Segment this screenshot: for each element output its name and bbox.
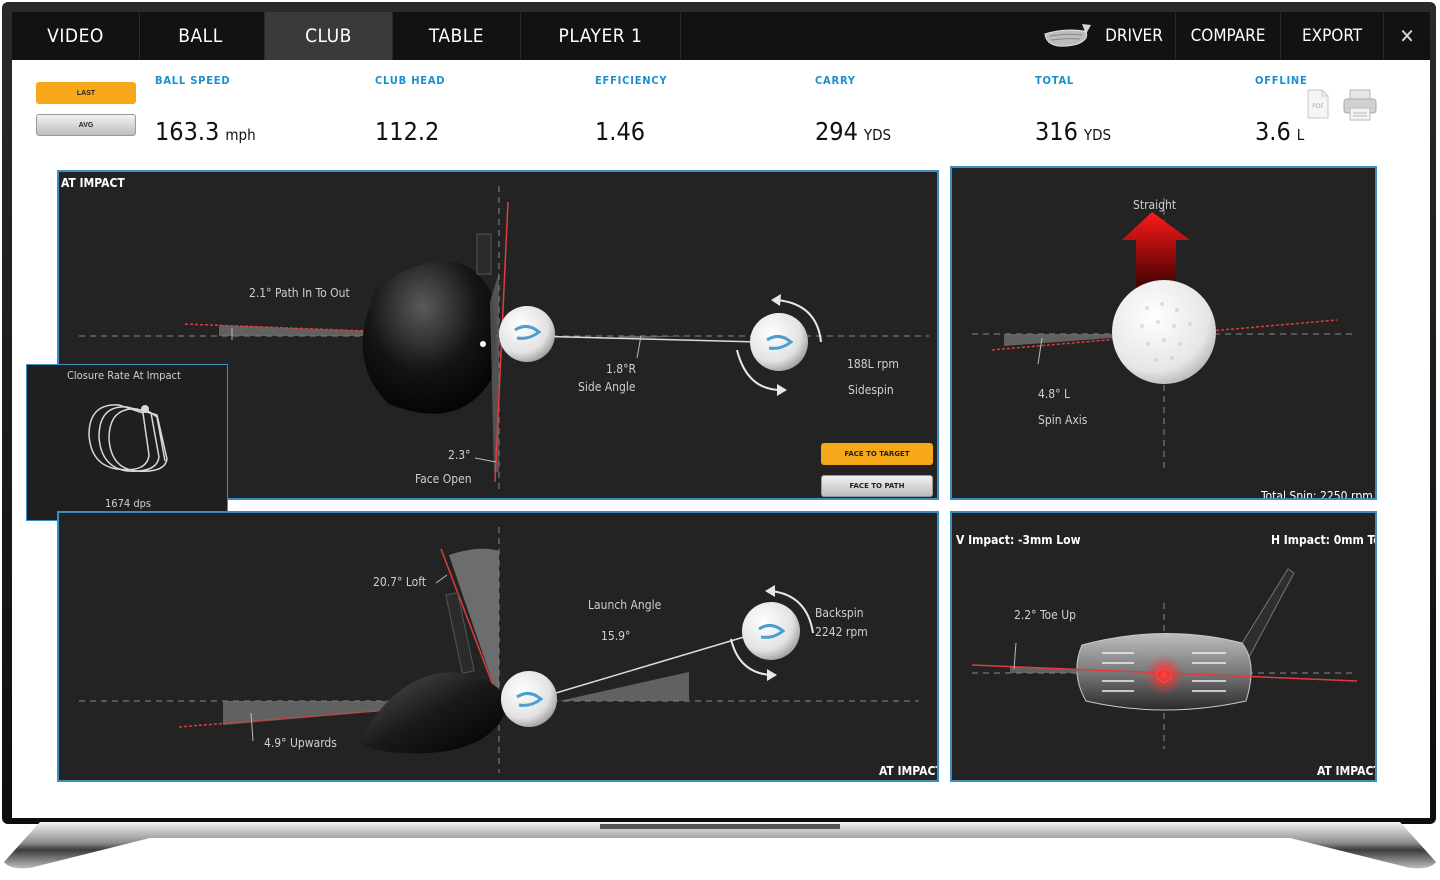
metric-unit: L	[1296, 126, 1305, 144]
backspin-label: Backspin	[815, 606, 864, 620]
panel-ball-rear-view: Straight 4.8° L Spin Axis Total Spin: 22…	[950, 166, 1377, 500]
face-to-target-button[interactable]: FACE TO TARGET	[821, 443, 933, 465]
tab-club[interactable]: CLUB	[265, 12, 393, 60]
svg-text:PDF: PDF	[1312, 103, 1324, 110]
metric-label: CLUB HEAD	[375, 74, 446, 87]
last-shot-button[interactable]: LAST	[36, 82, 136, 104]
metric-label: OFFLINE	[1255, 74, 1308, 87]
driver-club-icon	[1042, 22, 1094, 50]
spin-axis-value: 4.8° L	[1038, 387, 1070, 401]
launch-angle-value: 15.9°	[601, 629, 631, 643]
metric-unit: mph	[225, 126, 256, 144]
metric-value: 163.3 mph	[155, 117, 256, 146]
metric-club-head: CLUB HEAD 112.2	[375, 74, 445, 146]
panel-face-view: V Impact: -3mm Low H Impact: 0mm Toe 2.2…	[950, 511, 1377, 782]
metric-value: 3.6 L	[1255, 117, 1308, 146]
close-button[interactable]: ✕	[1383, 12, 1430, 60]
metric-value: 294 YDS	[815, 117, 891, 146]
metric-value: 316 YDS	[1035, 117, 1111, 146]
ball-rear-graphic	[972, 198, 1357, 468]
pdf-icon[interactable]: PDF	[1307, 89, 1329, 119]
export-button[interactable]: EXPORT	[1280, 12, 1383, 60]
export-icons: PDF	[1306, 88, 1386, 127]
tv-stand	[0, 822, 1440, 875]
horizontal-impact: H Impact: 0mm Toe	[1271, 533, 1377, 547]
sidespin-value: 188L rpm	[847, 357, 899, 371]
panel-title: AT IMPACT	[879, 764, 939, 778]
panel-side-view: 20.7° Loft Launch Angle 15.9° Backspin 2…	[57, 511, 939, 782]
metric-offline: OFFLINE 3.6 L	[1255, 74, 1308, 146]
metric-label: BALL SPEED	[155, 74, 231, 87]
tab-table[interactable]: TABLE	[393, 12, 521, 60]
metric-value: 1.46	[595, 117, 667, 146]
metric-number: 294	[815, 117, 858, 146]
metric-number: 163.3	[155, 117, 220, 146]
direction-label: Straight	[1133, 198, 1177, 212]
close-icon: ✕	[1399, 24, 1415, 48]
loft-label: 20.7° Loft	[373, 575, 427, 589]
closure-rate-card: Closure Rate At Impact 1674 dps	[26, 364, 228, 521]
printer-icon[interactable]	[1343, 89, 1377, 121]
face-to-path-button[interactable]: FACE TO PATH	[821, 475, 933, 497]
club-selector[interactable]: DRIVER	[1093, 12, 1175, 60]
side-view-graphic	[79, 527, 919, 773]
total-spin: Total Spin: 2250 rpm	[1261, 489, 1373, 500]
metric-ball-speed: BALL SPEED 163.3 mph	[155, 74, 256, 146]
side-angle-label: Side Angle	[578, 380, 636, 394]
face-angle-value: 2.3°	[448, 448, 471, 462]
sidespin-label: Sidespin	[848, 383, 894, 397]
panel-title: AT IMPACT	[61, 176, 125, 190]
average-button[interactable]: AVG	[36, 114, 136, 136]
metric-label: EFFICIENCY	[595, 74, 668, 87]
metric-efficiency: EFFICIENCY 1.46	[595, 74, 667, 146]
top-nav: VIDEO BALL CLUB TABLE PLAYER 1 DRIVER CO…	[12, 12, 1430, 60]
launch-angle-label: Launch Angle	[588, 598, 662, 612]
metric-label: CARRY	[815, 74, 856, 87]
app-screen: VIDEO BALL CLUB TABLE PLAYER 1 DRIVER CO…	[12, 12, 1430, 818]
toe-angle-label: 2.2° Toe Up	[1014, 608, 1076, 622]
metric-carry: CARRY 294 YDS	[815, 74, 891, 146]
metric-total: TOTAL 316 YDS	[1035, 74, 1111, 146]
metric-unit: YDS	[1083, 126, 1112, 144]
panel-title: AT IMPACT	[1317, 764, 1377, 778]
metric-number: 1.46	[595, 117, 646, 146]
metric-label: TOTAL	[1035, 74, 1075, 87]
vertical-impact: V Impact: -3mm Low	[956, 533, 1081, 547]
compare-button[interactable]: COMPARE	[1175, 12, 1280, 60]
attack-angle-label: 4.9° Upwards	[264, 736, 337, 750]
metric-number: 316	[1035, 117, 1078, 146]
metric-value: 112.2	[375, 117, 445, 146]
tv-bezel: VIDEO BALL CLUB TABLE PLAYER 1 DRIVER CO…	[2, 2, 1436, 824]
face-angle-label: Face Open	[415, 472, 472, 486]
metric-number: 3.6	[1255, 117, 1291, 146]
side-angle-value: 1.8°R	[606, 362, 637, 376]
tab-player[interactable]: PLAYER 1	[521, 12, 681, 60]
closure-rate-value: 1674 dps	[105, 497, 152, 510]
metric-number: 112.2	[375, 117, 440, 146]
spin-axis-label: Spin Axis	[1038, 413, 1088, 427]
tab-ball[interactable]: BALL	[137, 12, 265, 60]
tab-video[interactable]: VIDEO	[12, 12, 140, 60]
backspin-value: 2242 rpm	[815, 625, 868, 639]
path-label: 2.1° Path In To Out	[249, 286, 350, 300]
face-view-graphic	[971, 568, 1358, 749]
metric-unit: YDS	[863, 126, 892, 144]
